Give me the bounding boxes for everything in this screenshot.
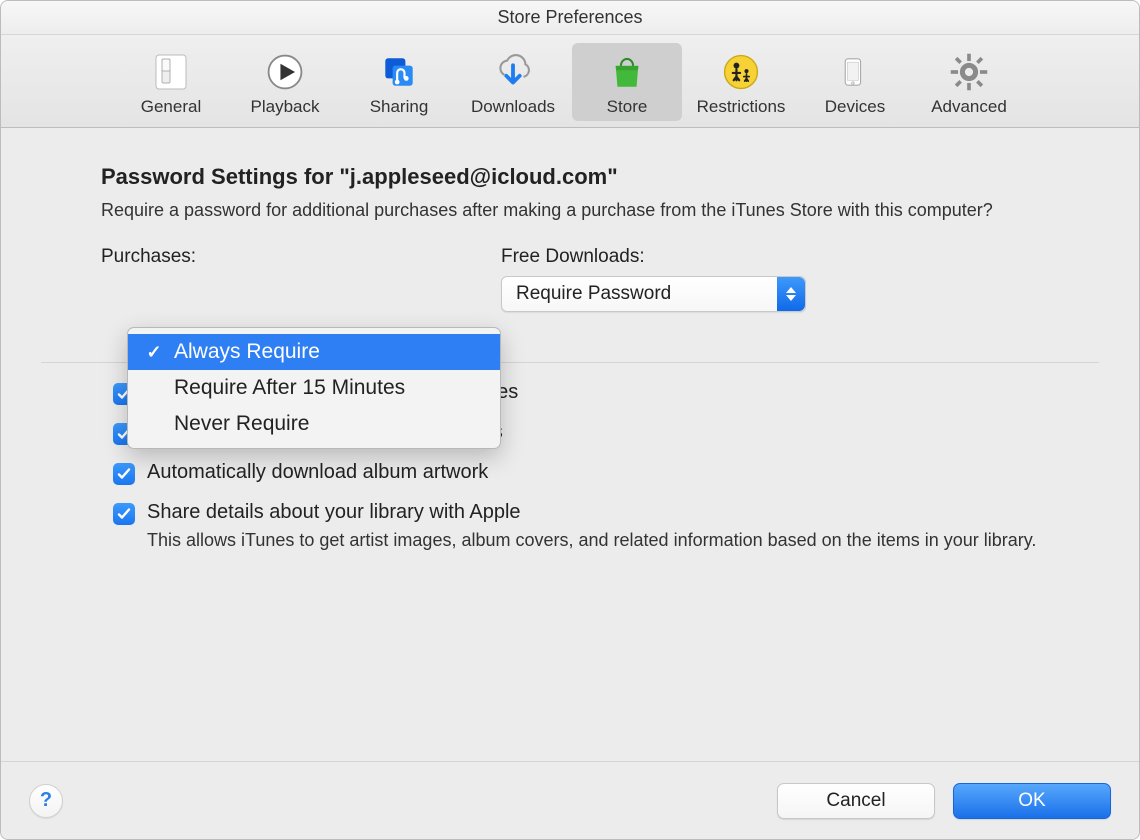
purchases-option-never[interactable]: Never Require xyxy=(128,406,500,442)
purchases-option-always[interactable]: Always Require xyxy=(128,334,500,370)
tab-advanced-label: Advanced xyxy=(931,97,1007,117)
tab-general-label: General xyxy=(141,97,201,117)
cloud-download-icon xyxy=(490,49,536,95)
checkbox-auto-artwork-label: Automatically download album artwork xyxy=(147,461,488,484)
preferences-toolbar: General Playback Sharing xyxy=(1,35,1139,128)
help-icon: ? xyxy=(40,789,52,812)
free-downloads-value: Require Password xyxy=(516,283,671,305)
preferences-window: Store Preferences General Playback xyxy=(0,0,1140,840)
ok-button[interactable]: OK xyxy=(953,783,1111,819)
checkbox-share-library-sub: This allows iTunes to get artist images,… xyxy=(147,528,1036,552)
phone-icon xyxy=(832,49,878,95)
checkbox-share-library-label: Share details about your library with Ap… xyxy=(147,501,1036,524)
purchases-option-15min[interactable]: Require After 15 Minutes xyxy=(128,370,500,406)
tab-store-label: Store xyxy=(607,97,648,117)
password-settings-description: Require a password for additional purcha… xyxy=(101,198,1039,222)
window-title-text: Store Preferences xyxy=(497,7,642,28)
tab-advanced[interactable]: Advanced xyxy=(914,43,1024,121)
checkbox-share-library[interactable] xyxy=(113,503,135,525)
window-title: Store Preferences xyxy=(1,1,1139,35)
popup-stepper-icon xyxy=(777,277,805,311)
tab-store[interactable]: Store xyxy=(572,43,682,121)
shopping-bag-icon xyxy=(604,49,650,95)
checkbox-auto-artwork[interactable] xyxy=(113,463,135,485)
tab-sharing[interactable]: Sharing xyxy=(344,43,454,121)
cancel-button[interactable]: Cancel xyxy=(777,783,935,819)
gear-icon xyxy=(946,49,992,95)
free-downloads-select[interactable]: Require Password xyxy=(501,276,806,312)
purchases-select[interactable] xyxy=(101,276,475,312)
tab-downloads[interactable]: Downloads xyxy=(458,43,568,121)
tab-devices[interactable]: Devices xyxy=(800,43,910,121)
purchases-dropdown-menu: Always Require Require After 15 Minutes … xyxy=(127,327,501,449)
tab-playback-label: Playback xyxy=(251,97,320,117)
tab-downloads-label: Downloads xyxy=(471,97,555,117)
tab-general[interactable]: General xyxy=(116,43,226,121)
tab-devices-label: Devices xyxy=(825,97,885,117)
dialog-footer: ? Cancel OK xyxy=(1,761,1139,839)
tab-restrictions-label: Restrictions xyxy=(697,97,786,117)
purchases-label: Purchases: xyxy=(101,246,501,268)
tab-restrictions[interactable]: Restrictions xyxy=(686,43,796,121)
password-settings-heading: Password Settings for "j.appleseed@iclou… xyxy=(101,164,1039,190)
sharing-icon xyxy=(376,49,422,95)
tab-playback[interactable]: Playback xyxy=(230,43,340,121)
general-icon xyxy=(148,49,194,95)
free-downloads-label: Free Downloads: xyxy=(501,246,1039,268)
play-icon xyxy=(262,49,308,95)
help-button[interactable]: ? xyxy=(29,784,63,818)
check-icon xyxy=(144,342,164,363)
parental-icon xyxy=(718,49,764,95)
tab-sharing-label: Sharing xyxy=(370,97,429,117)
